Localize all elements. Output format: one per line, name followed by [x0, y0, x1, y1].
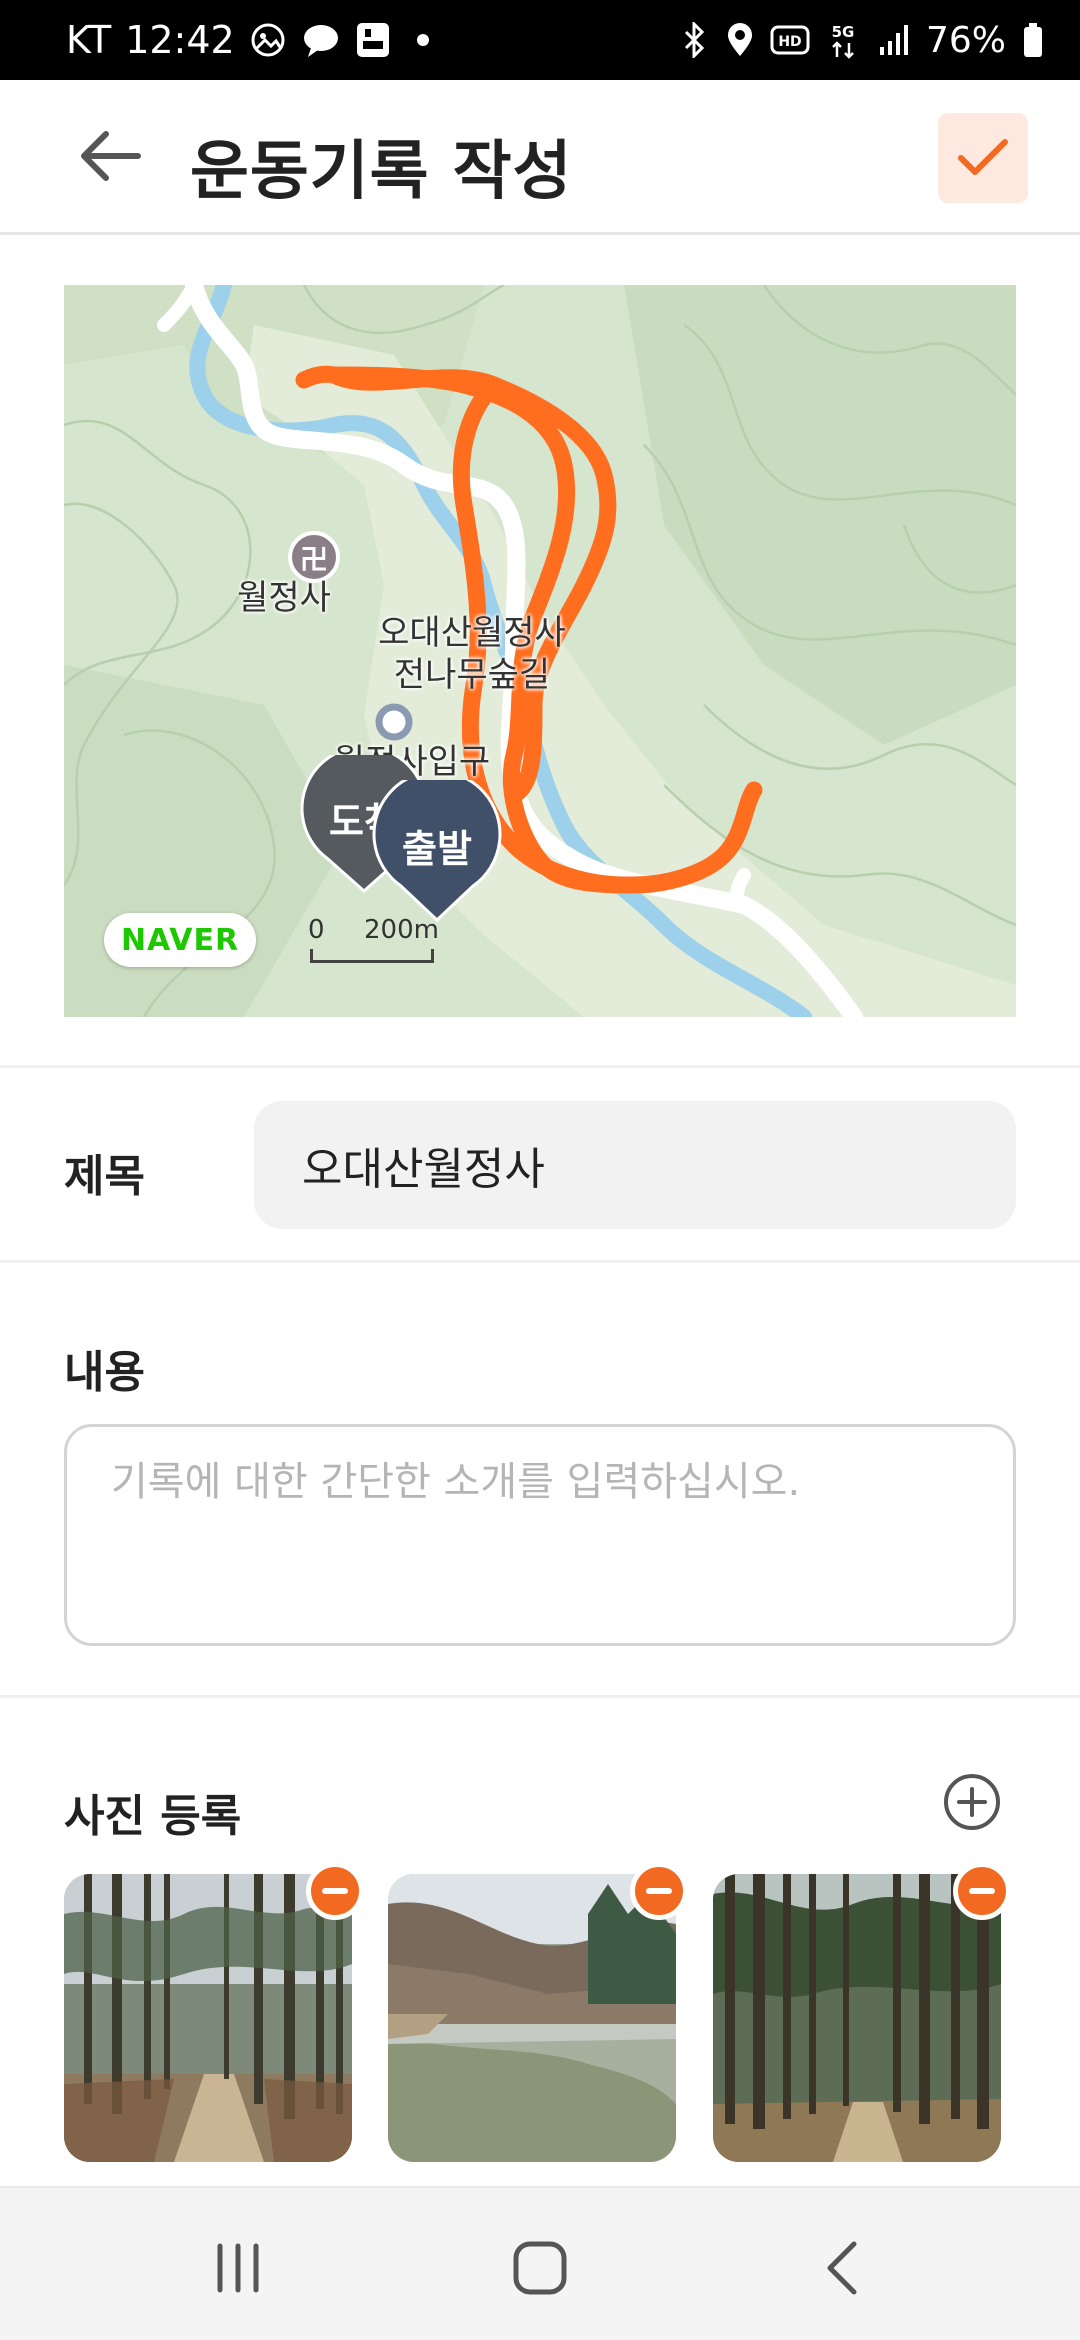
photo-thumbnail-3[interactable]: [713, 1874, 1001, 2162]
remove-photo-1-button[interactable]: [306, 1862, 364, 1920]
divider: [0, 1695, 1080, 1698]
signal-icon: [876, 23, 910, 57]
departure-pin[interactable]: 출발: [370, 780, 504, 924]
scale-distance-label: 200m: [364, 915, 439, 945]
home-icon: [513, 2241, 567, 2295]
photo-image: [388, 1874, 676, 2162]
status-bar: KT 12:42 HD 5G 76%: [0, 0, 1080, 80]
remove-photo-2-button[interactable]: [630, 1862, 688, 1920]
scale-zero-label: 0: [308, 915, 325, 945]
page-title: 운동기록 작성: [190, 135, 573, 209]
photo-image: [64, 1874, 352, 2162]
photo-thumbnail-2[interactable]: [388, 1874, 676, 2162]
route-map[interactable]: 卍 월정사 오대산월정사 전나무숲길 월정사입구 공원 도착 출발 NAVER …: [64, 285, 1016, 1017]
remove-photo-3-button[interactable]: [953, 1862, 1011, 1920]
add-photo-button[interactable]: [942, 1772, 1002, 1832]
map-label-trail-line2: 전나무숲길: [393, 655, 551, 695]
minus-icon: [322, 1888, 348, 1894]
minus-icon: [969, 1888, 995, 1894]
minus-icon: [646, 1888, 672, 1894]
recent-apps-button[interactable]: [188, 2228, 288, 2308]
gallery-icon: [249, 21, 287, 59]
confirm-button[interactable]: [938, 113, 1028, 203]
title-input[interactable]: [254, 1101, 1016, 1229]
plus-circle-icon: [944, 1774, 1000, 1830]
naver-logo: NAVER: [104, 913, 256, 967]
recent-apps-icon: [217, 2243, 259, 2293]
map-label-trail-line1: 오대산월정사: [378, 613, 566, 653]
clock: 12:42: [125, 18, 235, 62]
arrow-left-icon: [81, 131, 141, 181]
divider: [0, 1065, 1080, 1068]
status-right: HD 5G 76%: [680, 0, 1044, 80]
location-icon: [726, 22, 754, 58]
chevron-left-icon: [827, 2241, 857, 2295]
content-textarea[interactable]: [64, 1424, 1016, 1646]
back-button[interactable]: [70, 116, 150, 196]
content-label: 내용: [64, 1347, 145, 1398]
battery-percent: 76%: [925, 19, 1006, 61]
map-scale: 0 200m: [308, 915, 439, 971]
hd-icon: HD: [770, 25, 810, 55]
title-label: 제목: [64, 1151, 145, 1202]
photo-section-label: 사진 등록: [64, 1791, 242, 1842]
5g-icon: 5G: [826, 21, 860, 59]
svg-text:卍: 卍: [300, 543, 328, 576]
status-left: KT 12:42: [66, 0, 429, 80]
chat-icon: [301, 21, 341, 59]
app-header: 운동기록 작성: [0, 80, 1080, 235]
bluetooth-icon: [680, 22, 710, 58]
home-button[interactable]: [490, 2228, 590, 2308]
svg-text:HD: HD: [778, 34, 801, 50]
svg-text:5G: 5G: [832, 23, 855, 41]
carrier-label: KT: [66, 18, 112, 62]
checkmark-icon: [958, 139, 1008, 175]
photo-thumbnail-1[interactable]: [64, 1874, 352, 2162]
place-marker-icon: [375, 703, 413, 741]
system-nav-bar: [0, 2186, 1080, 2340]
pay-icon: [355, 21, 391, 59]
divider: [0, 1260, 1080, 1263]
system-back-button[interactable]: [792, 2228, 892, 2308]
scale-line: [310, 949, 434, 963]
photo-image: [713, 1874, 1001, 2162]
departure-pin-label: 출발: [402, 827, 472, 871]
notification-dot: [416, 34, 429, 46]
battery-icon: [1022, 22, 1044, 58]
